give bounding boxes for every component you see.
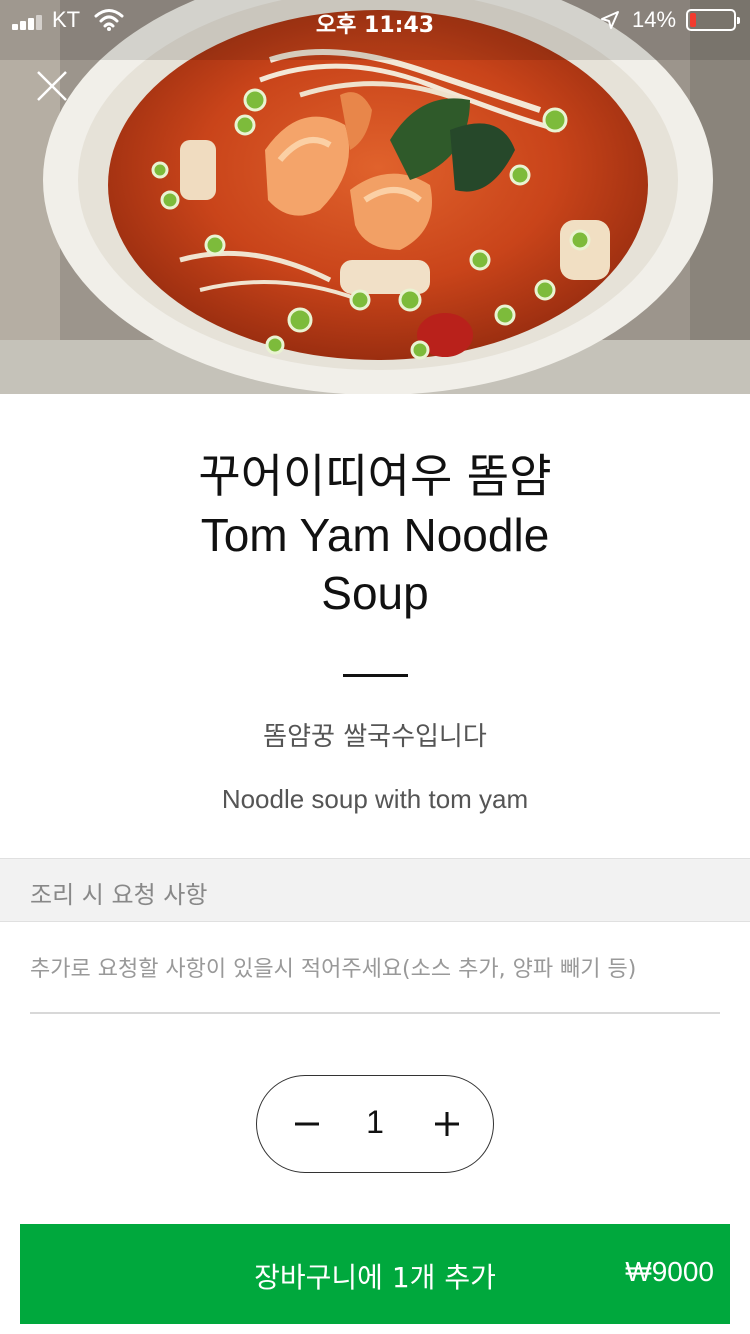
add-to-cart-label: 장바구니에 1개 추가 (254, 1261, 496, 1294)
item-name-english: Tom Yam Noodle Soup (200, 509, 550, 619)
add-to-cart-button[interactable]: 장바구니에 1개 추가 ₩9000 (20, 1224, 730, 1324)
minus-icon (295, 1122, 319, 1126)
item-description-english: Noodle soup with tom yam (221, 784, 529, 814)
food-photo (0, 0, 750, 394)
quantity-stepper: 1 (256, 1075, 494, 1173)
battery-icon (686, 9, 740, 31)
quantity-value: 1 (366, 1104, 384, 1140)
item-title: 꾸어이띠여우 똠얌 Tom Yam Noodle Soup (0, 446, 750, 622)
item-name-korean: 꾸어이띠여우 똠얌 (198, 449, 552, 503)
cooking-request-input[interactable] (30, 944, 720, 1014)
status-bar: KT 오후 11:43 14% (0, 0, 750, 40)
title-divider (343, 674, 408, 677)
close-button[interactable] (30, 64, 74, 108)
decrease-quantity-button[interactable] (283, 1100, 331, 1148)
close-icon (37, 71, 67, 101)
hero-image (0, 0, 750, 394)
location-arrow-icon (601, 11, 619, 29)
item-description-korean: 똠얌꿍 쌀국수입니다 (263, 722, 487, 752)
cooking-request-title: 조리 시 요청 사항 (30, 881, 208, 909)
battery-level (690, 13, 696, 27)
add-to-cart-price: ₩9000 (625, 1256, 714, 1287)
increase-quantity-button[interactable] (423, 1100, 471, 1148)
plus-icon (435, 1112, 459, 1136)
cooking-request-header: 조리 시 요청 사항 (0, 858, 750, 922)
battery-percent: 14% (632, 7, 677, 32)
